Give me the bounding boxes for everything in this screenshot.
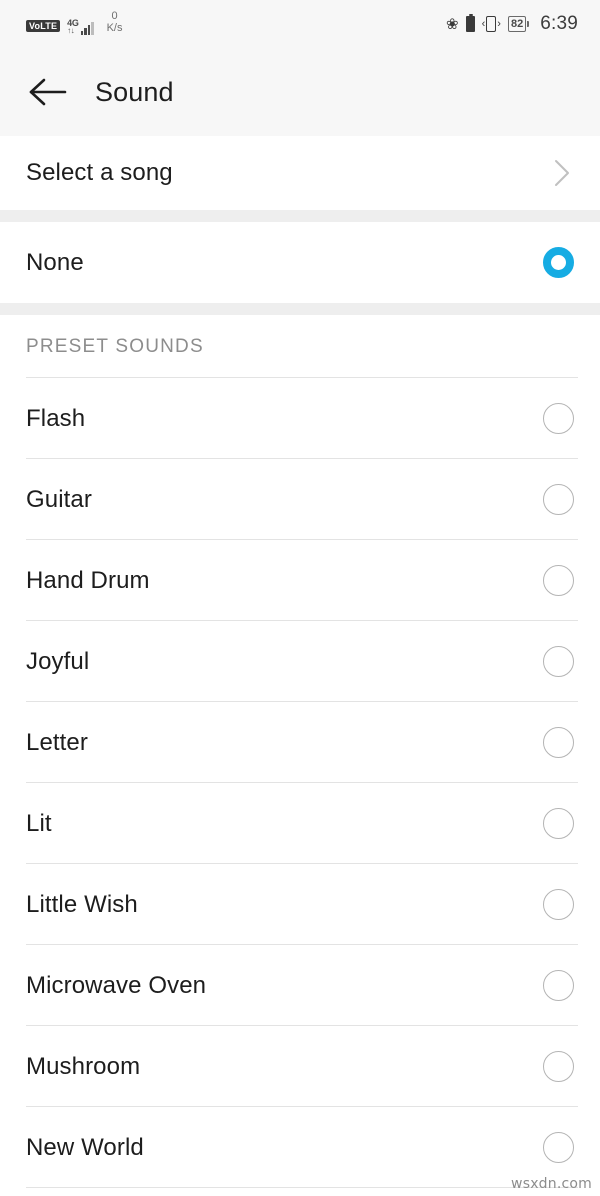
radio-button[interactable] — [543, 1051, 574, 1082]
radio-button[interactable] — [543, 403, 574, 434]
clock: 6:39 — [540, 13, 578, 34]
sound-option-label: Guitar — [26, 485, 92, 513]
sound-option-label: Microwave Oven — [26, 971, 207, 999]
sound-option-row[interactable]: Mushroom — [0, 1026, 600, 1107]
sound-option-label: Mushroom — [26, 1052, 141, 1080]
battery-percent-indicator: 82 — [507, 16, 530, 32]
battery-percent-label: 82 — [507, 16, 527, 32]
radio-button-none[interactable] — [543, 247, 574, 278]
bluetooth-icon: ❀ — [446, 15, 459, 33]
section-separator — [0, 303, 600, 315]
sound-option-row[interactable]: Little Wish — [0, 864, 600, 945]
sound-option-row[interactable]: Letter — [0, 702, 600, 783]
section-separator — [0, 210, 600, 222]
status-bar-right: ❀ ‹ › 82 6:39 — [446, 13, 578, 35]
preset-sounds-list: Flash Guitar Hand Drum Joyful Letter Lit Littl… — [0, 378, 600, 1188]
battery-icon — [465, 13, 475, 32]
signal-indicator: 4G ↑↓ — [67, 19, 94, 35]
divider — [26, 1187, 578, 1188]
sound-option-row[interactable]: Flash — [0, 378, 600, 459]
sound-option-label: None — [26, 248, 84, 276]
sound-option-row[interactable]: Lit — [0, 783, 600, 864]
sound-option-label: Joyful — [26, 647, 90, 675]
network-speed-unit: K/s — [106, 22, 123, 34]
signal-bars-icon — [80, 22, 94, 35]
sound-option-row[interactable]: Joyful — [0, 621, 600, 702]
radio-button[interactable] — [543, 889, 574, 920]
sound-option-label: Little Wish — [26, 890, 138, 918]
sound-option-row[interactable]: Hand Drum — [0, 540, 600, 621]
radio-button[interactable] — [543, 646, 574, 677]
radio-button[interactable] — [543, 970, 574, 1001]
vibrate-icon: ‹ › — [482, 16, 501, 32]
radio-button[interactable] — [543, 1132, 574, 1163]
sound-option-label: Letter — [26, 728, 88, 756]
sound-option-label: New World — [26, 1133, 144, 1161]
sound-option-row[interactable]: New World — [0, 1107, 600, 1188]
chevron-right-icon — [550, 160, 574, 186]
select-a-song-label: Select a song — [26, 159, 173, 186]
sound-option-none[interactable]: None — [0, 222, 600, 303]
network-speed-indicator: 0 K/s — [107, 10, 123, 34]
sound-option-row[interactable]: Guitar — [0, 459, 600, 540]
sound-option-label: Hand Drum — [26, 566, 150, 594]
radio-button[interactable] — [543, 808, 574, 839]
select-a-song-row[interactable]: Select a song — [0, 136, 600, 210]
radio-button[interactable] — [543, 727, 574, 758]
preset-sounds-label: PRESET SOUNDS — [26, 335, 204, 357]
status-bar: VoLTE 4G ↑↓ 0 K/s ❀ ‹ › 82 6:39 — [0, 0, 600, 48]
back-arrow-icon[interactable] — [26, 70, 70, 114]
status-bar-left: VoLTE 4G ↑↓ 0 K/s — [26, 10, 123, 36]
watermark: wsxdn.com — [511, 1176, 592, 1192]
sound-settings-screen: VoLTE 4G ↑↓ 0 K/s ❀ ‹ › 82 6:39 Sound Se… — [0, 0, 600, 1196]
network-speed-value: 0 — [111, 10, 118, 22]
radio-button[interactable] — [543, 484, 574, 515]
radio-button[interactable] — [543, 565, 574, 596]
sound-option-row[interactable]: Microwave Oven — [0, 945, 600, 1026]
sound-option-label: Lit — [26, 809, 52, 837]
volte-icon: VoLTE — [26, 20, 61, 32]
app-bar: Sound — [0, 48, 600, 136]
network-type-icon: 4G ↑↓ — [67, 19, 79, 35]
page-title: Sound — [95, 76, 174, 107]
sound-option-label: Flash — [26, 404, 86, 432]
data-arrows-icon: ↑↓ — [67, 26, 75, 35]
preset-sounds-header: PRESET SOUNDS — [0, 315, 600, 378]
